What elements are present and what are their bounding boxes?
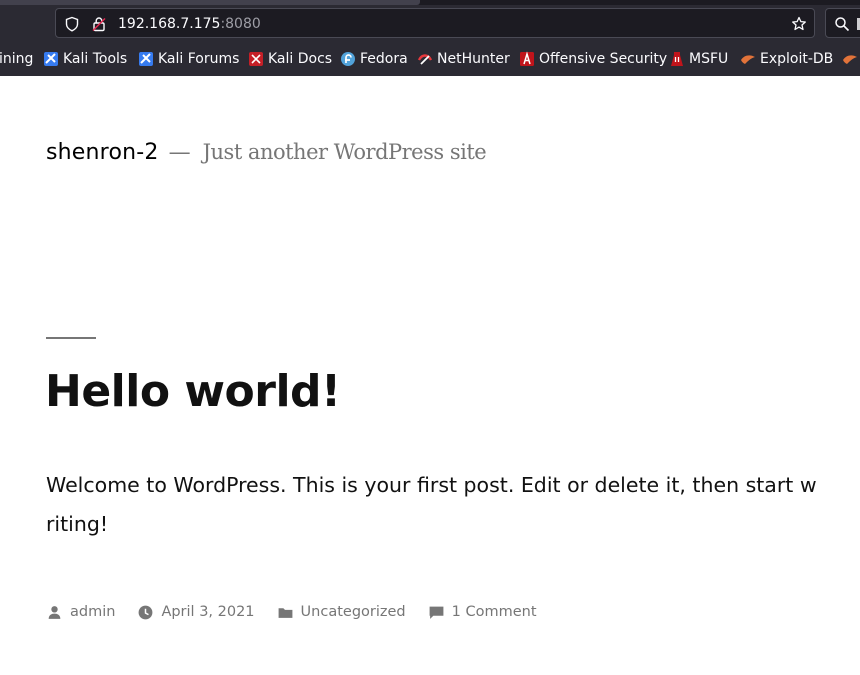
bookmark-label: Kali Forums <box>158 51 240 67</box>
post-date[interactable]: April 3, 2021 <box>137 604 255 621</box>
bookmark-label: Exploit-DB <box>760 51 834 67</box>
comment-icon <box>429 606 444 619</box>
post-date-text[interactable]: April 3, 2021 <box>161 604 254 620</box>
nethunter-icon <box>417 54 433 65</box>
bookmark-label: MSFU <box>689 51 729 67</box>
fedora-icon <box>341 52 355 66</box>
address-bar[interactable]: 192.168.7.175:8080 <box>55 8 815 38</box>
post-author-name[interactable]: admin <box>70 604 115 620</box>
shield-icon[interactable] <box>64 16 80 32</box>
browser-toolbar: 192.168.7.175:8080 ining Kali Tools Kali… <box>0 0 860 76</box>
bookmark-offensive-security[interactable]: Offensive Security <box>519 47 667 71</box>
msfu-icon <box>671 52 683 66</box>
exploit-db-icon <box>843 55 857 64</box>
bookmark-kali-tools[interactable]: Kali Tools <box>43 47 127 71</box>
exploit-db-icon <box>741 55 755 64</box>
kali-forums-icon <box>139 52 153 66</box>
bookmark-label: Offensive Security <box>539 51 668 67</box>
offensive-security-icon <box>520 51 534 66</box>
post-comments[interactable]: 1 Comment <box>428 604 537 621</box>
tab-strip <box>0 0 860 5</box>
clock-icon <box>139 605 153 619</box>
bookmark-kali-forums[interactable]: Kali Forums <box>138 47 239 71</box>
bookmark-kali-docs[interactable]: Kali Docs <box>248 47 332 71</box>
bookmark-label: ining <box>0 51 34 67</box>
bookmarks-toolbar: ining Kali Tools Kali Forums Kali Docs F… <box>0 47 860 71</box>
site-header: shenron-2 — Just another WordPress site <box>46 140 487 165</box>
search-bar[interactable] <box>825 8 860 38</box>
search-icon <box>835 17 850 32</box>
folder-icon <box>278 607 292 618</box>
post-title[interactable]: Hello world! <box>45 362 341 422</box>
post-category-link[interactable]: Uncategorized <box>301 604 406 620</box>
kali-tools-icon <box>44 52 58 66</box>
bookmark-nethunter[interactable]: NetHunter <box>417 47 510 71</box>
post-content: Welcome to WordPress. This is your first… <box>46 473 817 536</box>
entry-divider <box>46 337 96 339</box>
url-host: 192.168.7.175 <box>118 16 221 32</box>
url-text[interactable]: 192.168.7.175:8080 <box>118 15 261 33</box>
site-description: Just another WordPress site <box>202 140 487 164</box>
bookmark-overflow[interactable] <box>842 47 860 71</box>
post-meta: admin April 3, 2021 Uncategorized 1 Comm… <box>46 602 559 622</box>
post-comments-link[interactable]: 1 Comment <box>452 604 537 620</box>
post-category[interactable]: Uncategorized <box>277 604 406 621</box>
bookmark-msfu[interactable]: MSFU <box>669 47 728 71</box>
url-port: :8080 <box>220 16 261 32</box>
kali-docs-icon <box>249 52 263 66</box>
bookmark-label: Kali Tools <box>63 51 128 67</box>
post-author[interactable]: admin <box>46 604 115 621</box>
bookmark-label: NetHunter <box>437 51 510 67</box>
bookmark-label: Fedora <box>360 51 408 67</box>
tab[interactable] <box>0 0 420 5</box>
site-title-separator: — <box>168 140 191 165</box>
person-icon <box>48 605 61 619</box>
bookmark-kali-training[interactable]: ining <box>0 47 33 71</box>
bookmark-fedora[interactable]: Fedora <box>340 47 408 71</box>
site-title[interactable]: shenron-2 <box>46 140 159 165</box>
bookmark-label: Kali Docs <box>268 51 333 67</box>
insecure-lock-icon[interactable] <box>91 16 107 32</box>
bookmark-star-icon[interactable] <box>791 16 807 32</box>
bookmark-exploit-db[interactable]: Exploit-DB <box>740 47 833 71</box>
